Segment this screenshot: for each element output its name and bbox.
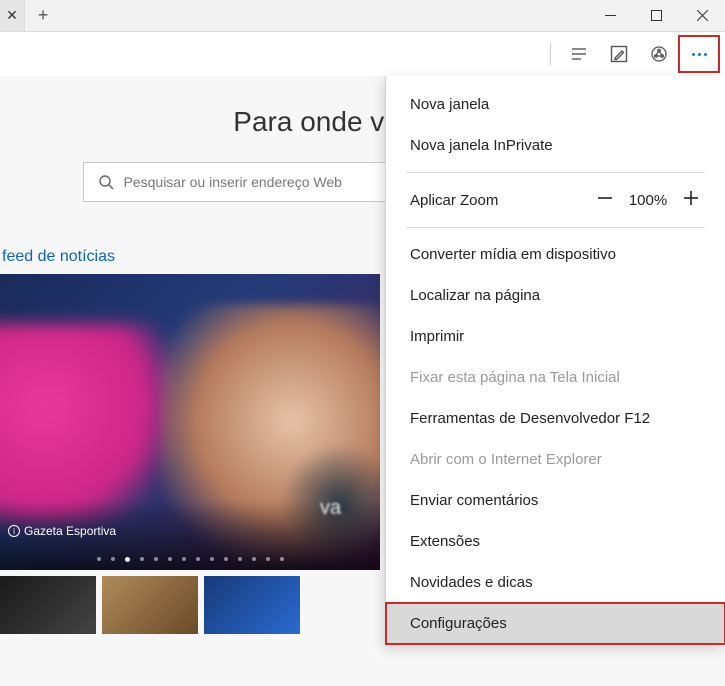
- hero-source: Gazeta Esportiva: [24, 524, 116, 538]
- share-icon: [650, 45, 668, 63]
- share-button[interactable]: [639, 36, 679, 72]
- pen-icon: [610, 45, 628, 63]
- menu-separator: [406, 227, 705, 228]
- zoom-label: Aplicar Zoom: [410, 192, 589, 209]
- menu-devtools[interactable]: Ferramentas de Desenvolvedor F12: [386, 398, 725, 439]
- reading-view-button[interactable]: [559, 36, 599, 72]
- menu-cast[interactable]: Converter mídia em dispositivo: [386, 234, 725, 275]
- zoom-in-button[interactable]: [675, 189, 707, 211]
- menu-feedback[interactable]: Enviar comentários: [386, 480, 725, 521]
- menu-print[interactable]: Imprimir: [386, 316, 725, 357]
- titlebar: ✕ +: [0, 0, 725, 32]
- minus-icon: [596, 189, 614, 207]
- new-tab-button[interactable]: +: [25, 0, 61, 31]
- menu-zoom-row: Aplicar Zoom 100%: [386, 179, 725, 221]
- plus-icon: +: [38, 5, 49, 26]
- search-icon: [98, 174, 114, 190]
- hero-caption: i Gazeta Esportiva: [8, 524, 116, 538]
- minimize-icon: [605, 10, 616, 21]
- web-note-button[interactable]: [599, 36, 639, 72]
- menu-new-window[interactable]: Nova janela: [386, 84, 725, 125]
- toolbar: [0, 32, 725, 76]
- close-window-button[interactable]: [679, 0, 725, 31]
- feed-thumbnail[interactable]: [102, 576, 198, 634]
- more-button[interactable]: [679, 36, 719, 72]
- titlebar-spacer: [61, 0, 587, 31]
- menu-extensions[interactable]: Extensões: [386, 521, 725, 562]
- close-tab-button[interactable]: ✕: [0, 0, 25, 31]
- feed-thumbnail[interactable]: [0, 576, 96, 634]
- search-placeholder: Pesquisar ou inserir endereço Web: [124, 174, 342, 190]
- more-icon: [692, 53, 707, 56]
- menu-whatsnew[interactable]: Novidades e dicas: [386, 562, 725, 603]
- toolbar-separator: [550, 43, 551, 65]
- zoom-out-button[interactable]: [589, 189, 621, 211]
- menu-new-inprivate[interactable]: Nova janela InPrivate: [386, 125, 725, 166]
- plus-icon: [682, 189, 700, 207]
- maximize-button[interactable]: [633, 0, 679, 31]
- feed-hero[interactable]: va i Gazeta Esportiva: [0, 274, 380, 570]
- reading-view-icon: [570, 45, 588, 63]
- feed-thumbnail[interactable]: [204, 576, 300, 634]
- close-icon: [697, 10, 708, 21]
- menu-pin: Fixar esta página na Tela Inicial: [386, 357, 725, 398]
- menu-separator: [406, 172, 705, 173]
- close-icon: ✕: [6, 7, 18, 24]
- menu-open-ie: Abrir com o Internet Explorer: [386, 439, 725, 480]
- carousel-dots[interactable]: [0, 557, 380, 562]
- more-menu: Nova janela Nova janela InPrivate Aplica…: [385, 76, 725, 645]
- info-icon: i: [8, 525, 20, 537]
- zoom-percent: 100%: [621, 192, 675, 209]
- minimize-button[interactable]: [587, 0, 633, 31]
- menu-find[interactable]: Localizar na página: [386, 275, 725, 316]
- maximize-icon: [651, 10, 662, 21]
- menu-settings[interactable]: Configurações: [386, 603, 725, 644]
